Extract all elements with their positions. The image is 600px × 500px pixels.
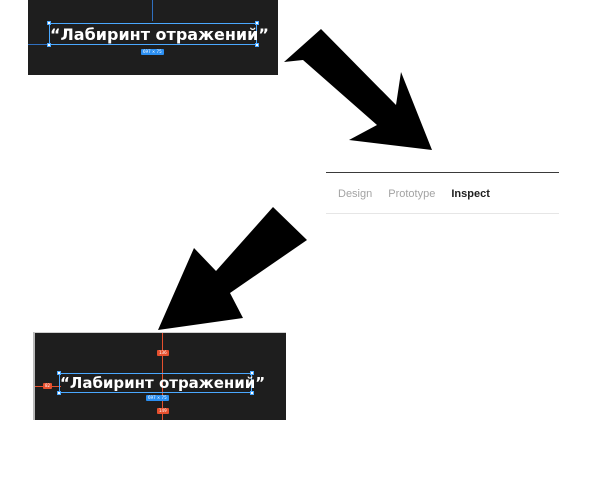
resize-handle-bottom-left[interactable] xyxy=(57,391,61,395)
size-badge: 697 × 75 xyxy=(141,49,164,55)
right-sidebar-tabs: Design Prototype Inspect xyxy=(326,172,559,214)
layout-guide-vertical xyxy=(152,0,153,21)
measure-badge-left: 82 xyxy=(43,383,53,389)
tab-bar: Design Prototype Inspect xyxy=(326,173,559,214)
selected-text-layer[interactable]: “Лабиринт отражений” xyxy=(47,21,269,47)
measure-badge-top: 136 xyxy=(157,350,169,356)
resize-handle-bottom-right[interactable] xyxy=(255,43,259,47)
tutorial-image: “Лабиринт отражений” 697 × 75 Design Pro… xyxy=(0,0,600,500)
arrow-shape-down-left xyxy=(158,207,307,330)
title-text: “Лабиринт отражений” xyxy=(60,374,266,392)
selected-text-layer[interactable]: “Лабиринт отражений” xyxy=(57,371,265,395)
arrow-down-right-icon xyxy=(284,29,432,150)
tab-inspect[interactable]: Inspect xyxy=(451,188,490,200)
layout-guide-horizontal xyxy=(28,44,48,45)
resize-handle-top-right[interactable] xyxy=(255,21,259,25)
resize-handle-top-left[interactable] xyxy=(57,371,61,375)
arrow-down-left-icon xyxy=(158,207,307,330)
measure-badge-bottom: 149 xyxy=(157,408,169,414)
tab-prototype[interactable]: Prototype xyxy=(388,188,435,200)
resize-handle-bottom-right[interactable] xyxy=(250,391,254,395)
tab-design[interactable]: Design xyxy=(338,188,372,200)
resize-handle-bottom-left[interactable] xyxy=(47,43,51,47)
canvas-bottom: 136 82 149 “Лабиринт отражений” 697 × 75 xyxy=(33,332,286,420)
canvas-top: “Лабиринт отражений” 697 × 75 xyxy=(28,0,278,75)
title-text: “Лабиринт отражений” xyxy=(50,25,269,44)
resize-handle-top-right[interactable] xyxy=(250,371,254,375)
size-badge: 697 × 75 xyxy=(146,395,169,401)
resize-handle-top-left[interactable] xyxy=(47,21,51,25)
arrow-shape-down-right xyxy=(284,29,432,150)
